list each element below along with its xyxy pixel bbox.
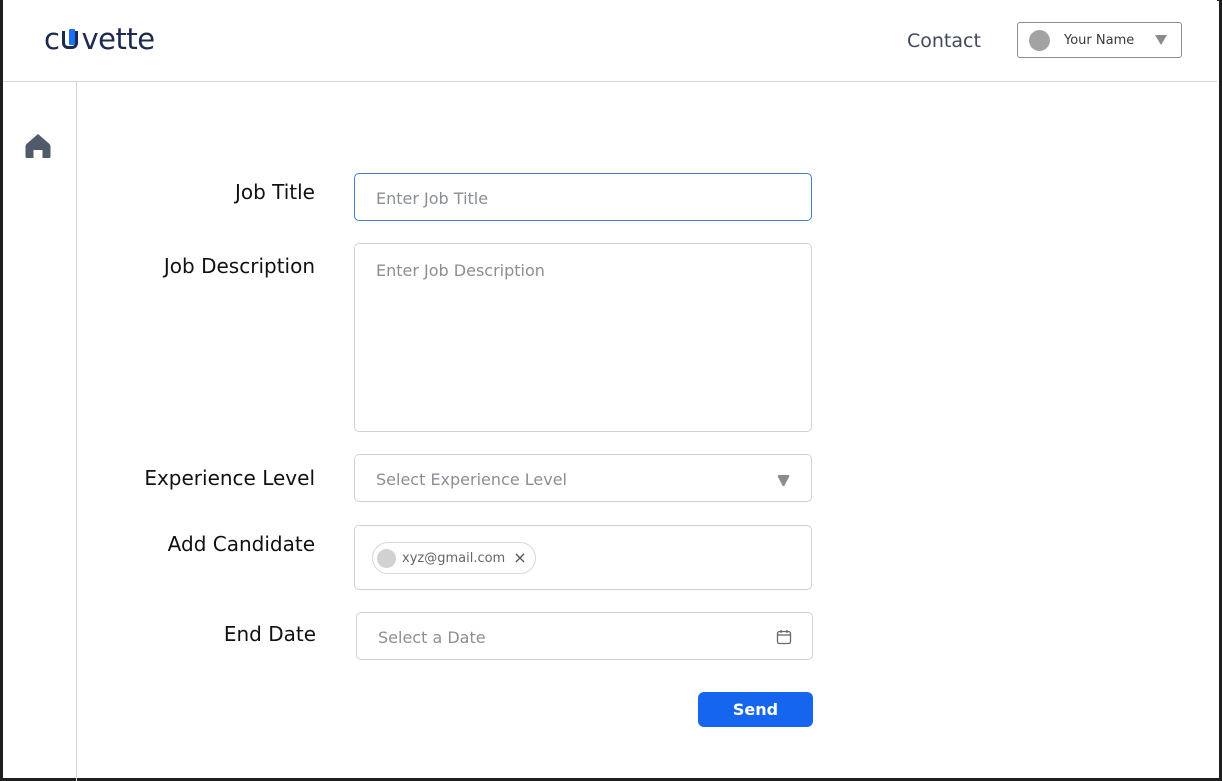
- job-description-placeholder: Enter Job Description: [376, 261, 545, 280]
- end-date-input[interactable]: Select a Date: [356, 612, 813, 660]
- top-bar: c vette Contact Your Name: [3, 0, 1217, 82]
- job-description-textarea[interactable]: Enter Job Description: [354, 243, 812, 432]
- contact-link[interactable]: Contact: [907, 30, 981, 52]
- logo-text-end: vette: [81, 22, 155, 56]
- cuvette-logo[interactable]: c vette: [44, 22, 155, 56]
- chevron-down-icon: [777, 475, 790, 487]
- job-title-label: Job Title: [234, 180, 315, 204]
- end-date-label: End Date: [223, 622, 316, 646]
- avatar: [1029, 29, 1050, 51]
- add-candidate-input[interactable]: xyz@gmail.com ×: [354, 525, 812, 590]
- user-name: Your Name: [1064, 32, 1135, 48]
- candidate-chip: xyz@gmail.com ×: [372, 542, 536, 574]
- job-title-placeholder: Enter Job Title: [376, 189, 489, 208]
- add-candidate-label: Add Candidate: [167, 532, 315, 556]
- experience-level-label: Experience Level: [144, 466, 315, 490]
- experience-level-select[interactable]: Select Experience Level: [354, 454, 812, 502]
- logo-mark-icon: [60, 29, 80, 51]
- candidate-avatar: [377, 548, 396, 568]
- end-date-placeholder: Select a Date: [378, 628, 486, 647]
- caret-down-icon: [1155, 35, 1167, 45]
- logo-text-start: c: [44, 22, 60, 56]
- experience-level-placeholder: Select Experience Level: [376, 470, 567, 489]
- user-menu-dropdown[interactable]: Your Name: [1017, 22, 1182, 58]
- send-button[interactable]: Send: [698, 692, 813, 727]
- job-description-label: Job Description: [163, 254, 315, 278]
- job-title-input[interactable]: Enter Job Title: [354, 173, 812, 221]
- calendar-icon[interactable]: [776, 629, 792, 645]
- home-icon[interactable]: [24, 132, 52, 160]
- remove-candidate-icon[interactable]: ×: [513, 550, 526, 566]
- candidate-email: xyz@gmail.com: [402, 550, 506, 566]
